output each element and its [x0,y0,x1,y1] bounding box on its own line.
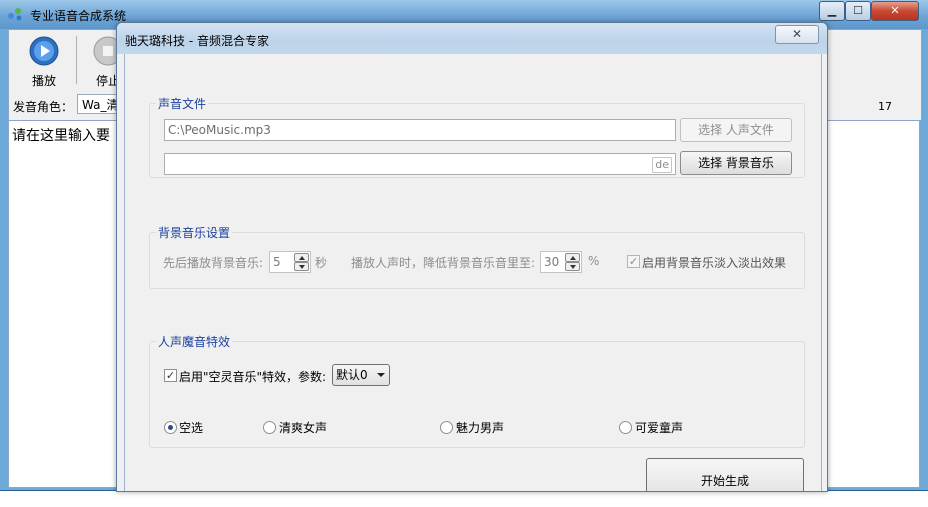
toolbar-separator [76,36,77,84]
audio-mix-dialog: 驰天璐科技 - 音频混合专家 ✕ 声音文件 C:\PeoMusic.mp3 选择… [116,22,828,492]
start-generate-button[interactable]: 开始生成 [646,458,804,491]
dialog-close-button[interactable]: ✕ [775,25,819,44]
play-icon [29,36,59,66]
voice-effects-title: 人声魔音特效 [156,333,233,350]
minimize-button[interactable]: ▁ [819,1,845,21]
voice-effects-group: 人声魔音特效 ✓ 启用"空灵音乐"特效，参数: 默认0 空选 清爽女声 魅力男声… [149,333,805,448]
select-voice-file-button[interactable]: 选择 人声文件 [680,118,792,142]
delay-unit: 秒 [315,256,328,270]
radio-female-label: 清爽女声 [279,421,328,435]
effect-param-value: 默认0 [336,368,368,382]
dialog-titlebar: 驰天璐科技 - 音频混合专家 ✕ [117,23,827,54]
spin-up-icon[interactable] [294,253,309,262]
close-button[interactable]: ✕ [871,1,919,21]
main-window-title: 专业语音合成系统 [30,9,127,23]
bg-settings-title: 背景音乐设置 [156,224,233,241]
spin-up-icon[interactable] [565,253,580,262]
enable-effect-label: 启用"空灵音乐"特效，参数: [179,370,327,384]
delay-value: 5 [273,255,281,269]
radio-child-label: 可爱童声 [635,421,684,435]
radio-child[interactable] [619,421,632,434]
text-placeholder: 请在这里输入要 [12,128,110,144]
sound-files-group: 声音文件 C:\PeoMusic.mp3 选择 人声文件 de 选择 背景音乐 [149,95,805,178]
radio-male-label: 魅力男声 [456,421,505,435]
reduce-spinner[interactable]: 30 [540,251,582,273]
voice-counter: 17 [878,100,892,113]
radio-female[interactable] [263,421,276,434]
maximize-button[interactable]: ☐ [845,1,871,21]
enable-effect-checkbox[interactable]: ✓ [164,369,177,382]
bg-settings-group: 背景音乐设置 先后播放背景音乐: 5 秒 播放人声时，降低背景音乐音里至: 30… [149,224,805,289]
delay-spinner[interactable]: 5 [269,251,311,273]
spin-down-icon[interactable] [565,262,580,271]
radio-none-label: 空选 [179,421,204,435]
dialog-title: 驰天璐科技 - 音频混合专家 [125,34,269,48]
voice-label: 发音角色： [13,100,74,114]
app-icon [8,8,22,21]
select-bg-music-button[interactable]: 选择 背景音乐 [680,151,792,175]
dialog-body: 声音文件 C:\PeoMusic.mp3 选择 人声文件 de 选择 背景音乐 … [124,54,822,491]
delay-label: 先后播放背景音乐: [163,256,264,270]
fade-label: 启用背景音乐淡入淡出效果 [642,256,787,270]
play-button[interactable]: 播放 [15,34,73,88]
radio-male[interactable] [440,421,453,434]
voice-file-input[interactable]: C:\PeoMusic.mp3 [164,119,676,141]
play-label: 播放 [31,74,56,88]
reduce-value: 30 [544,255,560,269]
chevron-down-icon [377,373,385,377]
bg-music-input[interactable]: de [164,153,676,175]
effect-param-select[interactable]: 默认0 [332,364,390,386]
bg-music-tag: de [652,157,672,173]
radio-none[interactable] [164,421,177,434]
spin-down-icon[interactable] [294,262,309,271]
fade-checkbox[interactable]: ✓ [627,255,640,268]
sound-files-title: 声音文件 [156,95,209,112]
reduce-label: 播放人声时，降低背景音乐音里至: [351,256,536,270]
reduce-unit: % [588,254,600,268]
